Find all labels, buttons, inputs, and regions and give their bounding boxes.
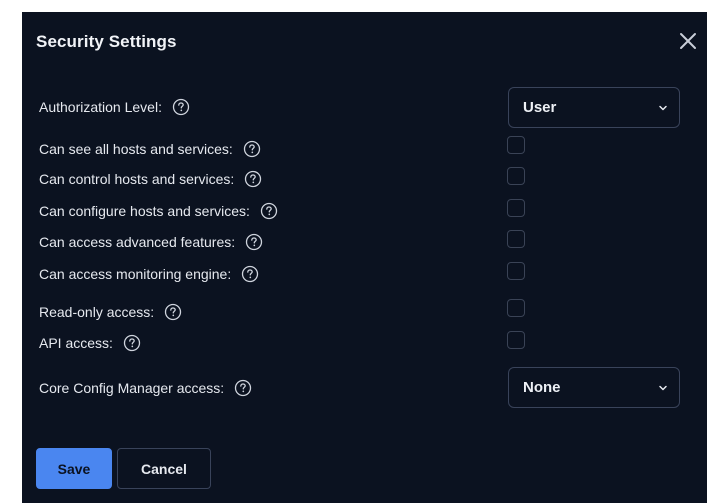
permission-row: Read-only access: (39, 301, 182, 323)
help-icon[interactable] (241, 265, 259, 283)
ccm-access-value: None (523, 379, 561, 396)
help-icon[interactable] (245, 233, 263, 251)
ccm-access-label: Core Config Manager access: (39, 380, 225, 396)
ccm-access-row: Core Config Manager access: (39, 377, 252, 399)
authorization-level-value: User (523, 99, 557, 116)
ccm-access-select[interactable]: None (508, 367, 680, 408)
permission-row: Can see all hosts and services: (39, 138, 261, 160)
permission-label: Can access monitoring engine: (39, 266, 232, 282)
help-icon[interactable] (234, 379, 252, 397)
chevron-down-icon (659, 385, 667, 391)
permission-row: Can control hosts and services: (39, 168, 262, 190)
permission-row: API access: (39, 332, 141, 354)
configure-hosts-checkbox[interactable] (507, 199, 525, 217)
permission-label: Can configure hosts and services: (39, 203, 250, 219)
permission-label: Can control hosts and services: (39, 171, 235, 187)
close-icon (680, 33, 696, 49)
permission-row: Can access monitoring engine: (39, 263, 259, 285)
authorization-level-select[interactable]: User (508, 87, 680, 128)
permission-label: Read-only access: (39, 304, 155, 320)
security-settings-dialog: Security Settings Authorization Level: U… (22, 12, 707, 503)
see-all-hosts-checkbox[interactable] (507, 136, 525, 154)
monitoring-engine-checkbox[interactable] (507, 262, 525, 280)
authorization-level-row: Authorization Level: (39, 96, 190, 118)
help-icon[interactable] (164, 303, 182, 321)
read-only-checkbox[interactable] (507, 299, 525, 317)
permission-row: Can access advanced features: (39, 231, 263, 253)
help-icon[interactable] (243, 140, 261, 158)
permission-label: Can see all hosts and services: (39, 141, 233, 157)
help-icon[interactable] (123, 334, 141, 352)
dialog-title: Security Settings (36, 32, 177, 51)
permission-label: Can access advanced features: (39, 234, 236, 250)
cancel-button[interactable]: Cancel (117, 448, 211, 489)
control-hosts-checkbox[interactable] (507, 167, 525, 185)
advanced-features-checkbox[interactable] (507, 230, 525, 248)
permission-row: Can configure hosts and services: (39, 200, 278, 222)
api-access-checkbox[interactable] (507, 331, 525, 349)
help-icon[interactable] (260, 202, 278, 220)
authorization-level-label: Authorization Level: (39, 99, 162, 115)
close-button[interactable] (675, 28, 701, 54)
chevron-down-icon (659, 105, 667, 111)
save-button[interactable]: Save (36, 448, 112, 489)
permission-label: API access: (39, 335, 113, 351)
help-icon[interactable] (172, 98, 190, 116)
help-icon[interactable] (244, 170, 262, 188)
